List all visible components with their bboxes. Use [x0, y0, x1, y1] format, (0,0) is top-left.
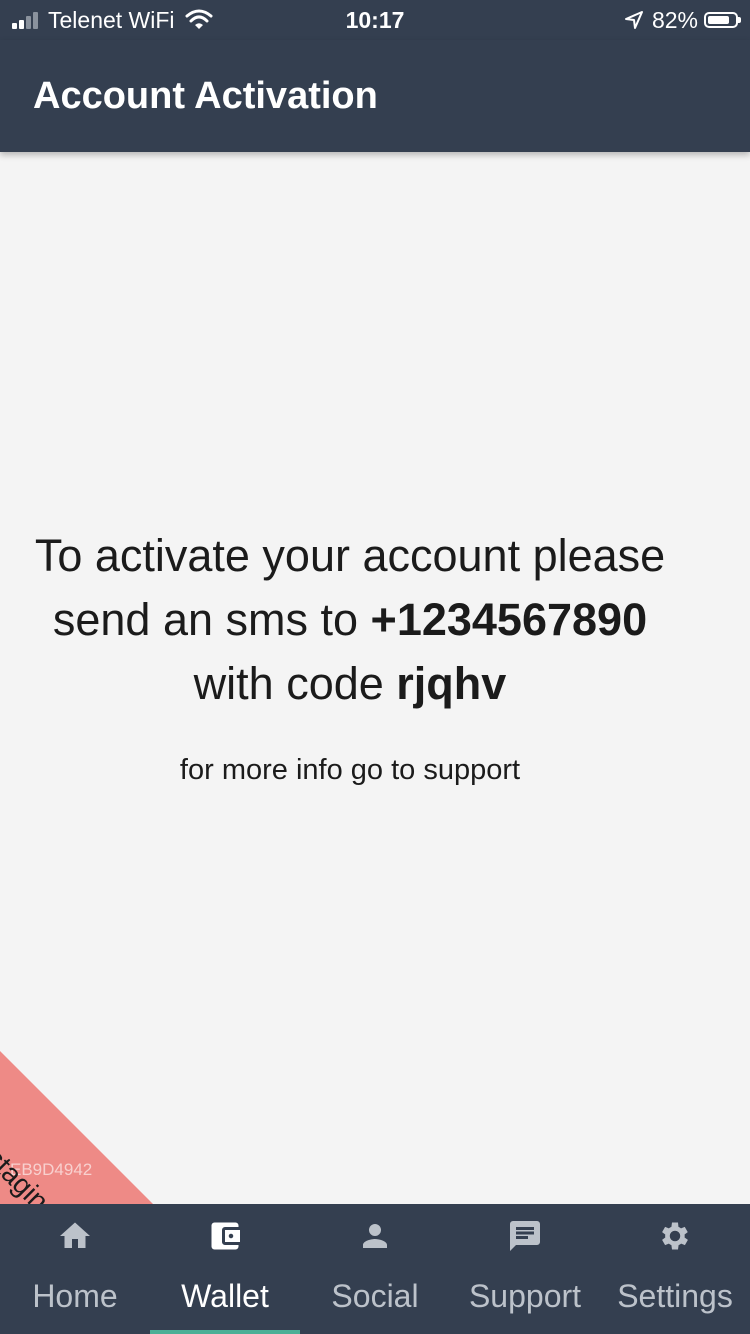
- battery-percent: 82%: [651, 6, 698, 33]
- activation-message: To activate your account please send an …: [0, 524, 700, 716]
- nav-label-wallet: Wallet: [181, 1278, 269, 1314]
- nav-item-support[interactable]: Support: [450, 1204, 600, 1334]
- message-line-2: send an sms to +1234567890: [0, 588, 700, 652]
- nav-label-home: Home: [32, 1278, 118, 1314]
- status-right: 82%: [624, 0, 741, 40]
- nav-item-wallet[interactable]: Wallet: [150, 1204, 300, 1334]
- support-info-text: for more info go to support: [179, 754, 521, 786]
- app-bar: Account Activation: [0, 40, 750, 152]
- message-line-3-text: with code: [193, 658, 397, 709]
- active-tab-indicator: [150, 1330, 300, 1334]
- nav-item-settings[interactable]: Settings: [600, 1204, 750, 1334]
- message-line-1: To activate your account please: [34, 530, 666, 581]
- activation-code: rjqhv: [396, 658, 507, 709]
- nav-label-social: Social: [331, 1278, 419, 1314]
- home-icon: [60, 1222, 90, 1248]
- message-line-3: with code rjqhv: [0, 652, 700, 716]
- nav-item-home[interactable]: Home: [0, 1204, 150, 1334]
- wallet-icon: [211, 1222, 240, 1250]
- nav-label-support: Support: [468, 1278, 582, 1314]
- phone-number: +1234567890: [370, 594, 648, 645]
- location-arrow-icon: [624, 11, 643, 29]
- person-icon: [363, 1224, 387, 1248]
- nav-item-social[interactable]: Social: [300, 1204, 450, 1334]
- gear-icon: [662, 1222, 688, 1250]
- status-bar: Telenet WiFi 10:17 82%: [0, 0, 750, 40]
- message-line-2-text: send an sms to: [52, 594, 371, 645]
- staging-banner: EB9D4942 staging: [0, 1034, 170, 1204]
- nav-label-settings: Settings: [617, 1278, 733, 1314]
- chat-icon: [510, 1221, 540, 1251]
- battery-icon: [704, 12, 741, 28]
- battery-fill: [708, 16, 729, 24]
- bottom-nav: Home Wallet Social Support Settings: [0, 1204, 750, 1334]
- page-title: Account Activation: [33, 75, 378, 117]
